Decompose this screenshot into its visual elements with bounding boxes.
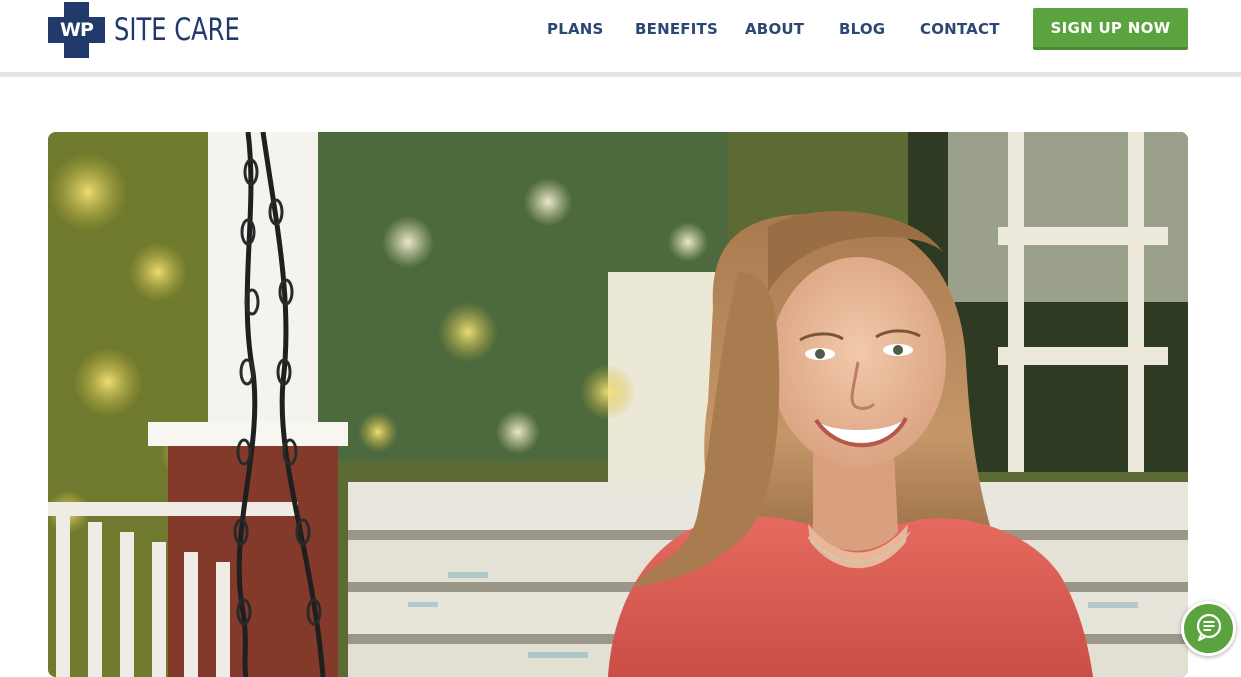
nav-blog[interactable]: BLOG — [839, 20, 885, 38]
nav-about[interactable]: ABOUT — [745, 20, 804, 38]
wp-logo-icon: WP — [48, 2, 105, 58]
nav-plans[interactable]: PLANS — [547, 20, 604, 38]
hero-image — [48, 132, 1188, 677]
site-logo[interactable]: WP SITE CARE — [48, 2, 275, 58]
header-divider — [0, 72, 1241, 77]
logo-mark-text: WP — [60, 19, 94, 41]
nav-contact[interactable]: CONTACT — [920, 20, 1000, 38]
sign-up-button[interactable]: SIGN UP NOW — [1033, 8, 1188, 50]
logo-wordmark: SITE CARE — [114, 12, 240, 48]
site-header: WP SITE CARE PLANS BENEFITS ABOUT BLOG C… — [0, 0, 1241, 72]
chat-icon — [1194, 612, 1224, 646]
nav-benefits[interactable]: BENEFITS — [635, 20, 718, 38]
chat-button[interactable] — [1181, 601, 1236, 656]
